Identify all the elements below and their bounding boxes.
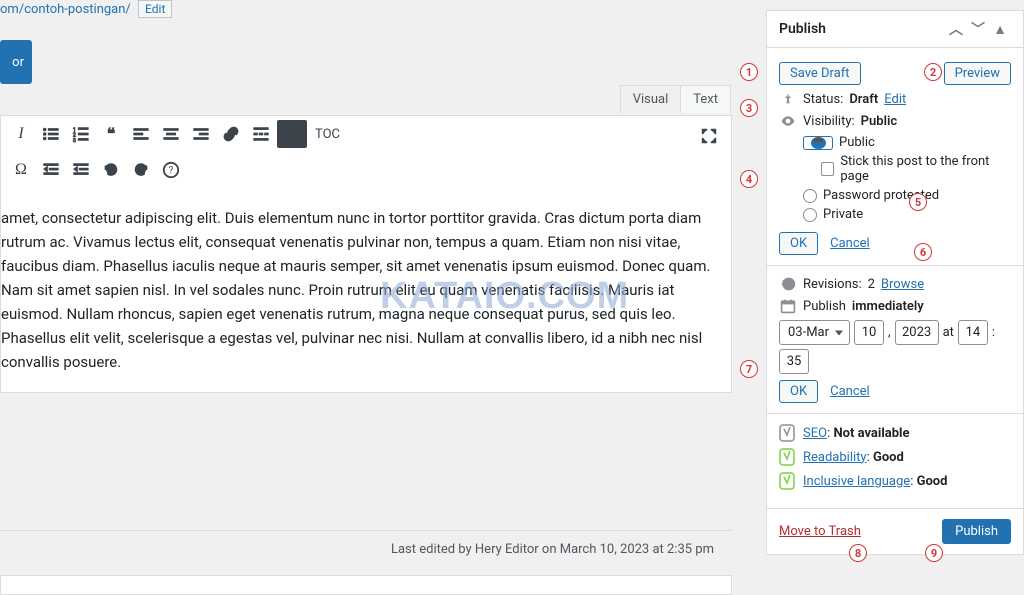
inclusive-value: Good <box>917 474 948 489</box>
align-left-button[interactable] <box>127 120 155 148</box>
status-value: Draft <box>849 92 878 107</box>
link-button[interactable] <box>217 120 245 148</box>
publish-header[interactable]: Publish ︿ ﹀ ▲ <box>767 11 1023 48</box>
schedule-ok-button[interactable]: OK <box>779 380 818 403</box>
italic-button[interactable]: I <box>7 120 35 148</box>
visibility-public-label: Public <box>839 135 875 150</box>
toolbar-row-1: I 123 ❝ TOC <box>1 115 731 152</box>
visibility-label: Visibility: <box>803 114 855 129</box>
visibility-private-label: Private <box>823 207 863 222</box>
stick-checkbox[interactable] <box>821 162 834 176</box>
yoast-readability-icon <box>779 448 795 466</box>
quote-button[interactable]: ❝ <box>97 120 125 148</box>
inclusive-link[interactable]: Inclusive language <box>803 474 910 489</box>
pin-icon <box>779 91 797 107</box>
align-right-button[interactable] <box>187 120 215 148</box>
publish-title: Publish <box>779 21 826 37</box>
status-edit-link[interactable]: Edit <box>884 92 906 107</box>
indent-button[interactable] <box>67 156 95 184</box>
panel-toggle-icon[interactable]: ▲ <box>989 21 1011 38</box>
revisions-count: 2 <box>868 277 875 292</box>
readability-link[interactable]: Readability <box>803 450 867 465</box>
status-label: Status: <box>803 92 843 107</box>
toolbar-toggle-button[interactable] <box>277 120 307 148</box>
readability-value: Good <box>873 450 904 465</box>
month-select[interactable]: 03-Mar <box>779 320 850 345</box>
visibility-private-radio[interactable] <box>803 208 817 222</box>
panel-down-icon[interactable]: ﹀ <box>967 19 989 39</box>
svg-text:3: 3 <box>73 138 76 143</box>
seo-value: Not available <box>833 426 909 441</box>
editor-content[interactable]: amet, consectetur adipiscing elit. Duis … <box>1 188 731 392</box>
move-to-trash-link[interactable]: Move to Trash <box>779 524 861 539</box>
save-draft-button[interactable]: Save Draft <box>779 62 861 85</box>
hour-input[interactable]: 14 <box>958 320 988 345</box>
yoast-inclusive-icon <box>779 472 795 490</box>
schedule-cancel-link[interactable]: Cancel <box>830 384 870 399</box>
revisions-icon <box>779 276 797 292</box>
visibility-ok-button[interactable]: OK <box>779 232 818 255</box>
stick-label: Stick this post to the front page <box>840 154 1011 184</box>
last-edited-text: Last edited by Hery Editor on March 10, … <box>0 530 732 569</box>
publish-immediately: immediately <box>852 299 924 314</box>
special-char-button[interactable]: Ω <box>7 156 35 184</box>
help-button[interactable]: ? <box>157 156 185 184</box>
yoast-seo-icon <box>779 424 795 442</box>
permalink-edit-button[interactable]: Edit <box>138 0 172 18</box>
calendar-icon <box>779 298 797 314</box>
visibility-password-radio[interactable] <box>803 189 817 203</box>
revisions-label: Revisions: <box>803 277 862 292</box>
editor: Visual Text I 123 ❝ TOC Ω ? amet, consec… <box>0 115 732 393</box>
seo-link[interactable]: SEO <box>803 426 827 441</box>
visibility-cancel-link[interactable]: Cancel <box>830 236 870 251</box>
numbered-list-button[interactable]: 123 <box>67 120 95 148</box>
metabox-below <box>0 575 732 595</box>
insert-more-button[interactable] <box>247 120 275 148</box>
preview-button[interactable]: Preview <box>944 62 1011 85</box>
toolbar-row-2: Ω ? <box>1 152 731 188</box>
permalink: om/contoh-postingan/ Edit <box>0 0 172 18</box>
minute-input[interactable]: 35 <box>779 349 809 374</box>
distraction-free-button[interactable] <box>695 122 723 150</box>
publish-on-label: Publish <box>803 299 846 314</box>
editor-switch-button[interactable]: or <box>0 40 32 84</box>
publish-button[interactable]: Publish <box>942 519 1011 544</box>
bullet-list-button[interactable] <box>37 120 65 148</box>
day-input[interactable]: 10 <box>854 320 884 345</box>
eye-icon <box>779 113 797 129</box>
undo-button[interactable] <box>97 156 125 184</box>
tab-visual[interactable]: Visual <box>620 85 682 113</box>
publish-metabox: Publish ︿ ﹀ ▲ Save Draft Preview Status:… <box>766 10 1024 555</box>
panel-up-icon[interactable]: ︿ <box>945 19 967 39</box>
visibility-value: Public <box>861 114 897 129</box>
svg-text:?: ? <box>169 166 174 177</box>
outdent-button[interactable] <box>37 156 65 184</box>
year-input[interactable]: 2023 <box>895 320 939 345</box>
toc-button[interactable]: TOC <box>309 120 346 148</box>
permalink-slug[interactable]: om/contoh-postingan/ <box>0 2 131 17</box>
align-center-button[interactable] <box>157 120 185 148</box>
revisions-browse-link[interactable]: Browse <box>881 277 924 292</box>
redo-button[interactable] <box>127 156 155 184</box>
at-text: at <box>943 325 954 340</box>
visibility-public-radio[interactable] <box>803 136 833 150</box>
tab-text[interactable]: Text <box>681 85 731 113</box>
